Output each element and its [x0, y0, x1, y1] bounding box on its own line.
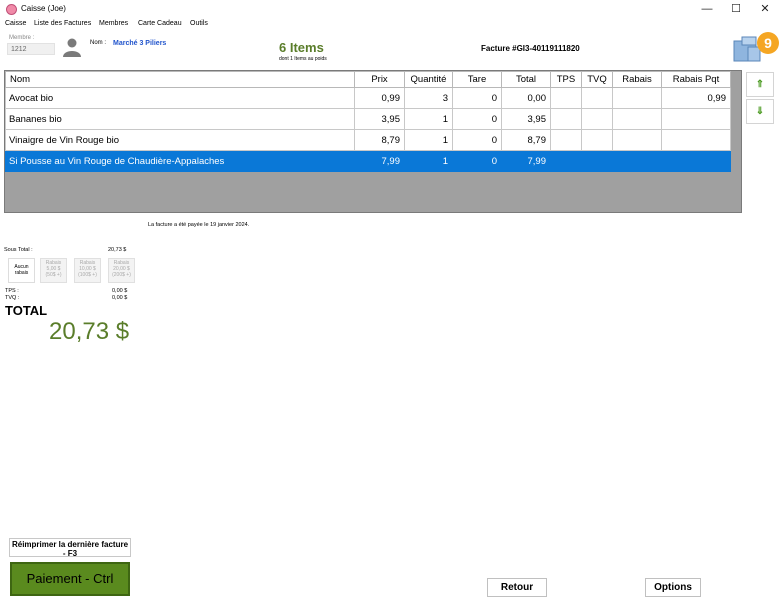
notification-badge[interactable]: 9: [757, 32, 779, 54]
cell-rabais-pqt: [661, 108, 731, 130]
options-button[interactable]: Options: [645, 578, 701, 597]
title-bar: Caisse (Joe) — ☐ ✕: [0, 0, 783, 19]
discount-line3: (100$ +): [78, 272, 97, 278]
column-header-tps[interactable]: TPS: [550, 71, 582, 88]
cell-total: 3,95: [501, 108, 551, 130]
nom-label: Nom :: [90, 40, 107, 46]
tvq-value: 0,00 $: [112, 295, 128, 301]
move-up-button[interactable]: ⇑: [746, 72, 774, 97]
cell-rabais-pqt: [661, 129, 731, 151]
column-header-quantite[interactable]: Quantité: [404, 71, 453, 88]
discount-line3: (200$ +): [112, 272, 131, 278]
cell-prix: 7,99: [354, 150, 405, 172]
discount-line3: (50$ +): [45, 272, 62, 278]
cell-rabais: [612, 87, 662, 109]
items-count: 6 Items: [279, 40, 324, 55]
cell-prix: 3,95: [354, 108, 405, 130]
items-grid: Nom Prix Quantité Tare Total TPS TVQ Rab…: [4, 70, 742, 213]
member-name: Marché 3 Piliers: [113, 40, 167, 47]
cell-total: 8,79: [501, 129, 551, 151]
column-header-nom[interactable]: Nom: [5, 71, 355, 88]
maximize-button[interactable]: ☐: [721, 0, 751, 19]
tvq-label: TVQ :: [5, 295, 20, 301]
menu-outils[interactable]: Outils: [190, 20, 208, 27]
reprint-last-invoice-button[interactable]: Réimprimer la dernière facture - F3: [9, 538, 131, 558]
cell-tps: [550, 150, 582, 172]
minimize-button[interactable]: —: [692, 0, 722, 19]
discount-5-button[interactable]: Rabais 5,00 $ (50$ +): [40, 258, 67, 283]
cell-tvq: [581, 129, 613, 151]
cell-rabais: [612, 150, 662, 172]
cell-tare: 0: [452, 150, 502, 172]
cell-quantite[interactable]: 3: [404, 87, 453, 109]
cell-rabais-pqt: [661, 150, 731, 172]
column-header-tvq[interactable]: TVQ: [581, 71, 613, 88]
discount-none-button[interactable]: Aucun rabais: [8, 258, 35, 283]
total-value: 20,73 $: [49, 318, 130, 345]
cell-total: 7,99: [501, 150, 551, 172]
tps-value: 0,00 $: [112, 288, 128, 294]
cell-rabais: [612, 108, 662, 130]
column-header-rabais-pqt[interactable]: Rabais Pqt: [661, 71, 731, 88]
cell-total: 0,00: [501, 87, 551, 109]
return-button[interactable]: Retour: [487, 578, 547, 597]
cell-tvq: [581, 108, 613, 130]
cell-quantite[interactable]: 1: [404, 150, 453, 172]
cell-tps: [550, 108, 582, 130]
menu-carte-cadeau[interactable]: Carte Cadeau: [138, 20, 182, 27]
discount-20-button[interactable]: Rabais 20,00 $ (200$ +): [108, 258, 135, 283]
cell-prix: 8,79: [354, 129, 405, 151]
cell-tare: 0: [452, 108, 502, 130]
subtotal-label: Sous Total :: [4, 247, 33, 253]
cell-tare: 0: [452, 129, 502, 151]
app-icon: [6, 4, 17, 15]
table-row[interactable]: Bananes bio 3,95 1 0 3,95: [5, 108, 731, 130]
cell-nom: Vinaigre de Vin Rouge bio: [5, 129, 355, 151]
discount-line2: rabais: [14, 270, 29, 276]
cell-nom: Bananes bio: [5, 108, 355, 130]
cell-rabais-pqt: 0,99: [661, 87, 731, 109]
tps-label: TPS :: [5, 288, 19, 294]
cell-quantite[interactable]: 1: [404, 108, 453, 130]
table-header-row: Nom Prix Quantité Tare Total TPS TVQ Rab…: [5, 71, 731, 88]
table-row[interactable]: Avocat bio 0,99 3 0 0,00 0,99: [5, 87, 731, 109]
menu-membres[interactable]: Membres: [99, 20, 128, 27]
avatar-icon[interactable]: [62, 37, 82, 57]
cell-tvq: [581, 150, 613, 172]
column-header-rabais[interactable]: Rabais: [612, 71, 662, 88]
cell-tps: [550, 87, 582, 109]
cell-prix: 0,99: [354, 87, 405, 109]
total-label: TOTAL: [5, 303, 48, 318]
discount-10-button[interactable]: Rabais 10,00 $ (100$ +): [74, 258, 101, 283]
cell-tvq: [581, 87, 613, 109]
member-label: Membre :: [9, 35, 35, 41]
table-row[interactable]: Vinaigre de Vin Rouge bio 8,79 1 0 8,79: [5, 129, 731, 151]
cell-nom: Avocat bio: [5, 87, 355, 109]
paid-status-note: La facture a été payée le 19 janvier 202…: [148, 222, 250, 228]
menu-bar: Caisse Liste des Factures Membres Carte …: [0, 19, 783, 31]
items-weight-note: dont 1 Items au poids: [279, 56, 327, 62]
column-header-tare[interactable]: Tare: [452, 71, 502, 88]
window-title: Caisse (Joe): [21, 4, 66, 13]
table-row-selected[interactable]: Si Pousse au Vin Rouge de Chaudière-Appa…: [5, 150, 731, 172]
column-header-prix[interactable]: Prix: [354, 71, 405, 88]
cell-quantite[interactable]: 1: [404, 129, 453, 151]
cell-tps: [550, 129, 582, 151]
cell-nom: Si Pousse au Vin Rouge de Chaudière-Appa…: [5, 150, 355, 172]
invoice-number: Facture #GI3-40119111820: [481, 44, 580, 53]
close-button[interactable]: ✕: [750, 0, 780, 19]
payment-button[interactable]: Paiement - Ctrl: [10, 562, 130, 596]
column-header-total[interactable]: Total: [501, 71, 551, 88]
member-id-field[interactable]: 1212: [7, 43, 55, 55]
menu-caisse[interactable]: Caisse: [5, 20, 26, 27]
menu-liste-factures[interactable]: Liste des Factures: [34, 20, 91, 27]
subtotal-value: 20,73 $: [108, 247, 127, 253]
cell-rabais: [612, 129, 662, 151]
cell-tare: 0: [452, 87, 502, 109]
move-down-button[interactable]: ⇓: [746, 99, 774, 124]
items-table: Nom Prix Quantité Tare Total TPS TVQ Rab…: [5, 71, 731, 172]
